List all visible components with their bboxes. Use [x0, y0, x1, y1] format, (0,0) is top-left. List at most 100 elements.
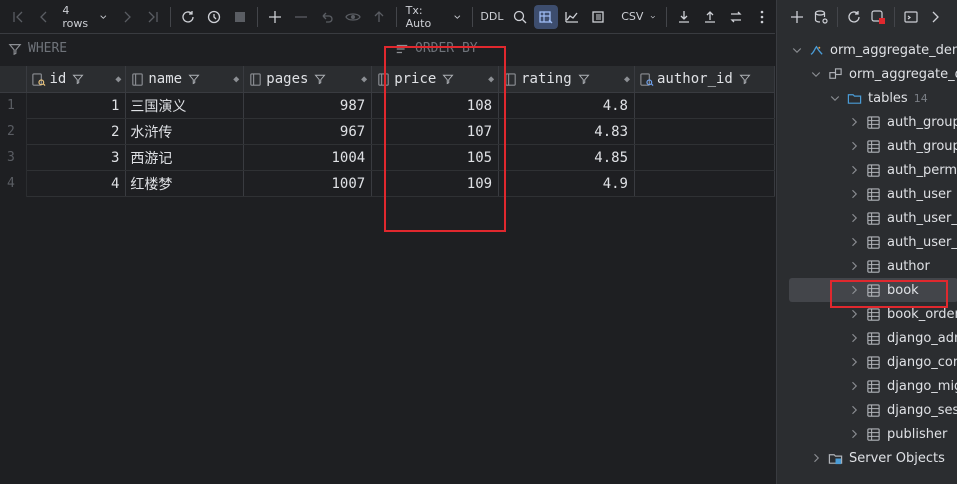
cell-name[interactable]: 红楼梦 — [125, 170, 245, 197]
column-header-rating[interactable]: rating ◆ — [498, 66, 635, 93]
column-header-price[interactable]: price ◆ — [371, 66, 500, 93]
transaction-mode-dropdown[interactable]: Tx: Auto — [402, 4, 467, 30]
column-filter-icon[interactable] — [188, 73, 200, 85]
disconnect-icon[interactable] — [867, 5, 889, 29]
refresh-icon[interactable] — [843, 5, 865, 29]
cell-name[interactable]: 三国演义 — [125, 92, 245, 119]
cell-id[interactable]: 3 — [26, 144, 127, 171]
prev-page-icon[interactable] — [32, 5, 56, 29]
console-icon[interactable] — [900, 5, 922, 29]
column-filter-icon[interactable] — [739, 73, 751, 85]
sort-icon[interactable]: ◆ — [361, 74, 367, 85]
add-icon[interactable] — [786, 5, 808, 29]
compare-icon[interactable] — [724, 5, 748, 29]
chevron-right-icon — [852, 429, 858, 439]
cell-author-id[interactable] — [634, 118, 775, 145]
server-folder-icon — [828, 453, 843, 464]
export-format-dropdown[interactable]: CSV — [617, 5, 661, 29]
column-filter-icon[interactable] — [314, 73, 326, 85]
tree-node-table-selected[interactable]: book — [789, 278, 957, 302]
next-page-icon[interactable] — [115, 5, 139, 29]
column-filter-icon[interactable] — [442, 73, 454, 85]
upload-icon[interactable] — [698, 5, 722, 29]
last-page-icon[interactable] — [141, 5, 165, 29]
tree-node-table[interactable]: auth_group — [777, 110, 957, 134]
sort-icon[interactable]: ◆ — [624, 74, 630, 85]
refresh-icon[interactable] — [176, 5, 200, 29]
tree-node-table[interactable]: django_migrations — [777, 374, 957, 398]
tree-node-table[interactable]: django_session — [777, 398, 957, 422]
cell-rating[interactable]: 4.85 — [498, 144, 635, 171]
tree-node-table[interactable]: auth_group_permissions — [777, 134, 957, 158]
table-row[interactable]: 3 3 西游记 1004 105 4.85 — [0, 144, 775, 171]
column-header-id[interactable]: id ◆ — [26, 66, 127, 93]
add-row-icon[interactable] — [263, 5, 287, 29]
stop-icon[interactable] — [228, 5, 252, 29]
column-header-pages[interactable]: pages ◆ — [243, 66, 373, 93]
search-icon[interactable] — [508, 5, 532, 29]
table-view-icon[interactable] — [534, 4, 559, 29]
table-row[interactable]: 4 4 红楼梦 1007 109 4.9 — [0, 170, 775, 197]
column-filter-icon[interactable] — [72, 73, 84, 85]
transpose-icon[interactable] — [586, 5, 610, 29]
first-page-icon[interactable] — [6, 5, 30, 29]
tree-node-table[interactable]: publisher — [777, 422, 957, 446]
order-by-input[interactable]: ORDER BY — [395, 41, 478, 56]
cell-price[interactable]: 107 — [371, 118, 500, 145]
revert-icon[interactable] — [315, 5, 339, 29]
sort-icon[interactable]: ◆ — [115, 74, 121, 85]
row-number: 2 — [0, 118, 28, 145]
cell-author-id[interactable] — [634, 170, 775, 197]
column-header-author-id[interactable]: author_id — [634, 66, 775, 93]
more-options-icon[interactable] — [750, 5, 774, 29]
where-filter-input[interactable]: WHERE — [8, 41, 67, 56]
sort-icon[interactable]: ◆ — [488, 74, 494, 85]
submit-arrow-icon[interactable] — [367, 5, 391, 29]
delete-row-icon[interactable] — [289, 5, 313, 29]
database-settings-icon[interactable] — [810, 5, 832, 29]
cell-rating[interactable]: 4.83 — [498, 118, 635, 145]
tree-node-table[interactable]: auth_user_user_permissions — [777, 230, 957, 254]
tree-node-table[interactable]: book_order — [777, 302, 957, 326]
cell-rating[interactable]: 4.9 — [498, 170, 635, 197]
schema-name: orm_aggregate_demo — [849, 66, 957, 82]
table-name: auth_user_user_permissions — [887, 234, 957, 250]
tree-node-table[interactable]: author — [777, 254, 957, 278]
cell-price[interactable]: 108 — [371, 92, 500, 119]
cell-rating[interactable]: 4.8 — [498, 92, 635, 119]
tree-node-table[interactable]: django_admin_log — [777, 326, 957, 350]
cell-author-id[interactable] — [634, 92, 775, 119]
table-row[interactable]: 2 2 水浒传 967 107 4.83 — [0, 118, 775, 145]
tree-node-schema[interactable]: orm_aggregate_demo — [777, 62, 957, 86]
cell-id[interactable]: 4 — [26, 170, 127, 197]
cell-pages[interactable]: 987 — [243, 92, 373, 119]
column-header-name[interactable]: name ◆ — [125, 66, 245, 93]
cell-name[interactable]: 水浒传 — [125, 118, 245, 145]
tree-node-tables-folder[interactable]: tables 14 — [777, 86, 957, 110]
download-icon[interactable] — [672, 5, 696, 29]
tree-node-table[interactable]: auth_user — [777, 182, 957, 206]
cell-id[interactable]: 2 — [26, 118, 127, 145]
tree-node-database[interactable]: orm_aggregate_demo — [777, 38, 957, 62]
tree-node-table[interactable]: auth_permission — [777, 158, 957, 182]
tree-node-table[interactable]: auth_user_groups — [777, 206, 957, 230]
cell-pages[interactable]: 967 — [243, 118, 373, 145]
cell-id[interactable]: 1 — [26, 92, 127, 119]
cell-price[interactable]: 109 — [371, 170, 500, 197]
tree-node-server-objects[interactable]: Server Objects — [777, 446, 957, 470]
tree-node-table[interactable]: django_content_type — [777, 350, 957, 374]
column-filter-icon[interactable] — [578, 73, 590, 85]
cell-author-id[interactable] — [634, 144, 775, 171]
rows-count-dropdown[interactable]: 4 rows — [58, 4, 113, 30]
chevron-right-icon[interactable] — [924, 5, 946, 29]
cell-name[interactable]: 西游记 — [125, 144, 245, 171]
ddl-button[interactable]: DDL — [478, 5, 507, 29]
table-row[interactable]: 1 1 三国演义 987 108 4.8 — [0, 92, 775, 119]
chart-view-icon[interactable] — [560, 5, 584, 29]
cell-pages[interactable]: 1007 — [243, 170, 373, 197]
preview-eye-icon[interactable] — [341, 5, 365, 29]
cell-pages[interactable]: 1004 — [243, 144, 373, 171]
cell-price[interactable]: 105 — [371, 144, 500, 171]
sort-icon[interactable]: ◆ — [233, 74, 239, 85]
history-clock-icon[interactable] — [202, 5, 226, 29]
